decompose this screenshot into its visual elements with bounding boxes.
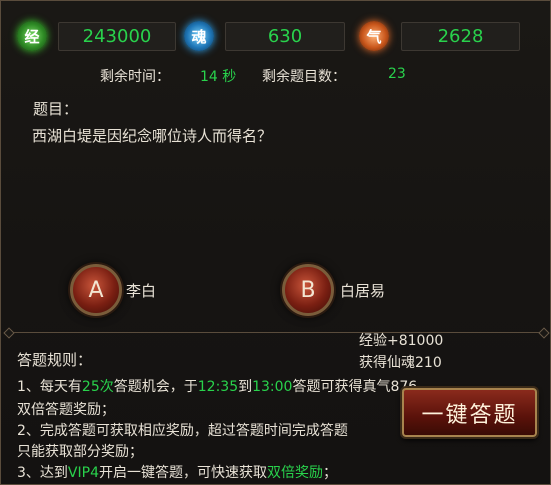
time-remaining-label: 剩余时间： bbox=[100, 69, 170, 85]
qi-value-box: 2628 bbox=[401, 22, 520, 51]
soul-value: 630 bbox=[267, 26, 303, 47]
option-b-text[interactable]: 白居易 bbox=[340, 280, 385, 301]
option-b-letter: B bbox=[300, 277, 316, 303]
quiz-panel: 经 243000 魂 630 气 2628 剩余时间： 14 秒 剩余题目数： … bbox=[0, 0, 551, 485]
rule-3-double-reward: 双倍奖励 bbox=[266, 465, 323, 481]
divider-ornament-left bbox=[3, 327, 15, 339]
soul-orb-glyph: 魂 bbox=[191, 27, 207, 46]
one-key-answer-label: 一键答题 bbox=[421, 402, 518, 428]
rule-1-start-time: 12:35 bbox=[197, 379, 239, 395]
rule-3-prefix: 3、达到 bbox=[17, 465, 68, 481]
question-text: 西湖白堤是因纪念哪位诗人而得名？ bbox=[32, 127, 273, 145]
soul-value-box: 630 bbox=[225, 22, 345, 51]
reward-exp-text: 经验+81000 bbox=[359, 333, 444, 349]
option-a-letter: A bbox=[88, 277, 104, 303]
section-divider bbox=[9, 332, 544, 333]
qi-orb-glyph: 气 bbox=[366, 27, 382, 46]
soul-orb-icon: 魂 bbox=[184, 21, 214, 51]
reward-soul-text: 获得仙魂210 bbox=[359, 355, 442, 371]
exp-orb-glyph: 经 bbox=[24, 27, 40, 46]
rule-3-middle: 开启一键答题，可快速获取 bbox=[98, 465, 267, 481]
rule-3-suffix: ； bbox=[322, 465, 337, 481]
rule-1-prefix: 1、每天有 bbox=[17, 379, 82, 395]
rules-title: 答题规则： bbox=[17, 351, 93, 369]
exp-orb-icon: 经 bbox=[17, 21, 47, 51]
option-a-button[interactable]: A bbox=[70, 264, 122, 316]
rule-1-to: 到 bbox=[238, 379, 253, 395]
one-key-answer-button[interactable]: 一键答题 bbox=[402, 388, 537, 437]
rule-3-line: 3、达到VIP4开启一键答题，可快速获取双倍奖励； bbox=[17, 462, 337, 482]
option-a-text[interactable]: 李白 bbox=[126, 280, 156, 301]
qi-orb-icon: 气 bbox=[359, 21, 389, 51]
rule-1-line-1: 1、每天有25次答题机会，于12:35到13:00答题可获得真气876 bbox=[17, 376, 417, 396]
divider-ornament-right bbox=[538, 327, 550, 339]
rule-2-line-1: 2、完成答题可获取相应奖励，超过答题时间完成答题 bbox=[17, 423, 348, 439]
exp-value-box: 243000 bbox=[58, 22, 176, 51]
rule-1-middle: 答题机会，于 bbox=[113, 379, 198, 395]
rule-3-vip: VIP4 bbox=[67, 465, 99, 481]
questions-remaining-value: 23 bbox=[388, 66, 406, 82]
rule-1-end-time: 13:00 bbox=[252, 379, 293, 395]
rule-1-suffix: 答题可获得真气876 bbox=[292, 379, 418, 395]
questions-remaining-label: 剩余题目数： bbox=[262, 69, 346, 85]
rule-1-count: 25次 bbox=[81, 379, 114, 395]
time-remaining-value: 14 秒 bbox=[200, 69, 237, 85]
qi-value: 2628 bbox=[437, 26, 484, 47]
rule-1-line-2: 双倍答题奖励； bbox=[17, 402, 115, 418]
option-b-button[interactable]: B bbox=[282, 264, 334, 316]
question-title: 题目： bbox=[33, 100, 79, 118]
rule-2-line-2: 只能获取部分奖励； bbox=[17, 444, 143, 460]
exp-value: 243000 bbox=[82, 26, 152, 47]
